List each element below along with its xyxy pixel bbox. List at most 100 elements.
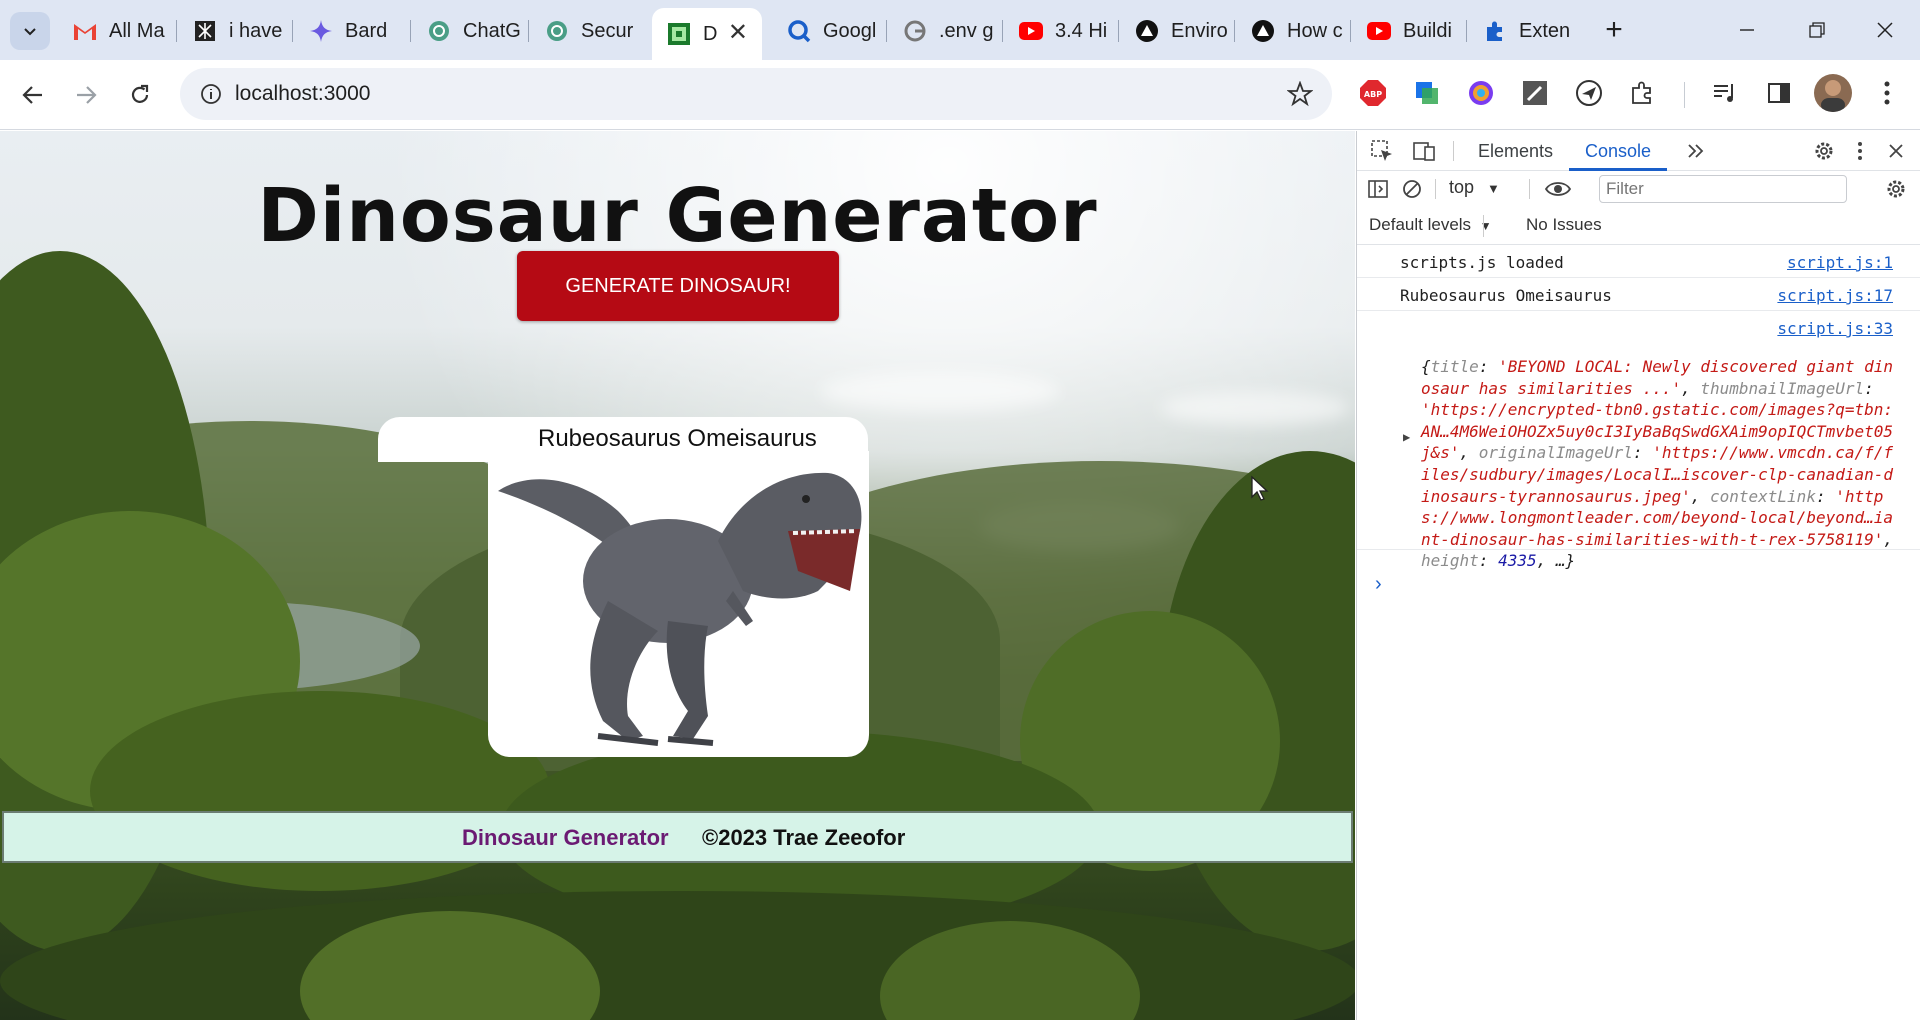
console-object-preview[interactable]: {title: 'BEYOND LOCAL: Newly discovered … (1421, 356, 1895, 572)
mouse-cursor-icon (1251, 475, 1269, 501)
object-key: thumbnailImageUrl (1700, 378, 1865, 398)
close-tab-icon[interactable]: ✕ (728, 18, 748, 47)
tab-chatgpt-2[interactable]: Secur (530, 10, 642, 52)
issues-count[interactable]: No Issues (1526, 215, 1602, 235)
more-tabs-icon[interactable] (1681, 136, 1711, 166)
tab-env-google[interactable]: .env g (888, 10, 1000, 52)
youtube-icon (1366, 18, 1392, 44)
tab-gmail[interactable]: All Ma (58, 10, 174, 52)
site-info-icon[interactable] (198, 81, 224, 107)
tab-divider (1234, 20, 1235, 42)
tab-elements[interactable]: Elements (1478, 141, 1553, 162)
tab-search-button[interactable] (10, 12, 50, 50)
expand-object-caret-icon[interactable]: ▶ (1403, 430, 1410, 444)
bard-sparkle-icon (308, 18, 334, 44)
tab-vercel-2[interactable]: How c (1236, 10, 1348, 52)
adblock-plus-icon[interactable]: ABP (1356, 76, 1390, 110)
console-entry-object[interactable]: script.js:33 ▶ {title: 'BEYOND LOCAL: Ne… (1357, 311, 1920, 570)
live-expression-eye-icon[interactable] (1543, 174, 1573, 204)
devtools-divider (1453, 141, 1454, 161)
tab-console[interactable]: Console (1585, 141, 1651, 162)
restore-button[interactable] (1792, 12, 1842, 48)
eyedropper-extension-icon[interactable] (1518, 76, 1552, 110)
tab-bard[interactable]: Bard (294, 10, 406, 52)
object-key: originalImageUrl (1478, 443, 1633, 463)
object-key: contextLink (1709, 486, 1816, 506)
object-value: 4335 (1498, 551, 1537, 571)
page-viewport: Dinosaur Generator GENERATE DINOSAUR! Ru… (0, 131, 1355, 1020)
devtools-menu-icon[interactable] (1845, 136, 1875, 166)
tab-label: D (703, 22, 718, 45)
tab-label: Exten (1519, 19, 1571, 42)
sidebar-toggle-icon[interactable] (1363, 174, 1393, 204)
tab-label: i have (229, 19, 283, 42)
console-entry: scripts.js loaded script.js:1 (1357, 245, 1920, 278)
console-toolbar: top ▼ (1357, 171, 1920, 207)
color-picker-extension-icon[interactable] (1464, 76, 1498, 110)
tab-google-lens[interactable]: Googl (772, 10, 884, 52)
tab-divider (528, 20, 529, 42)
tab-divider (1466, 20, 1467, 42)
perplexity-icon (192, 18, 218, 44)
bookmark-star-icon[interactable] (1286, 80, 1314, 108)
tab-extensions[interactable]: Exten (1468, 10, 1580, 52)
devtools-settings-icon[interactable] (1809, 136, 1839, 166)
minimize-button[interactable] (1722, 12, 1772, 48)
send-extension-icon[interactable] (1572, 76, 1606, 110)
tab-chatgpt-1[interactable]: ChatG (412, 10, 524, 52)
tab-label: Buildi (1403, 19, 1452, 42)
context-select[interactable]: top ▼ (1449, 177, 1500, 198)
generate-dinosaur-button[interactable]: GENERATE DINOSAUR! (517, 251, 839, 321)
chevron-down-icon (24, 28, 36, 36)
tab-youtube-2[interactable]: Buildi (1352, 10, 1464, 52)
console-source-link[interactable]: script.js:1 (1787, 253, 1893, 272)
close-devtools-icon[interactable] (1881, 136, 1911, 166)
console-source-link[interactable]: script.js:33 (1777, 319, 1893, 338)
chatgpt-icon (426, 18, 452, 44)
url-text[interactable]: localhost:3000 (235, 82, 370, 106)
plus-icon: + (1605, 13, 1623, 46)
console-prompt-icon[interactable]: › (1375, 573, 1382, 596)
extensions-puzzle-icon[interactable] (1626, 76, 1660, 110)
back-button[interactable] (14, 76, 52, 114)
tab-label: Bard (345, 19, 388, 42)
tab-divider (176, 20, 177, 42)
google-lens-icon (786, 18, 812, 44)
console-source-link[interactable]: script.js:17 (1777, 286, 1893, 305)
close-window-button[interactable] (1860, 12, 1910, 48)
translate-extension-icon[interactable] (1410, 76, 1444, 110)
clear-console-icon[interactable] (1397, 174, 1427, 204)
log-levels-label: Default levels (1369, 215, 1472, 234)
log-levels-dropdown[interactable]: Default levels ▼ (1369, 215, 1492, 235)
toolbar-divider (1684, 82, 1685, 108)
footer-brand-link[interactable]: Dinosaur Generator (462, 825, 669, 851)
tab-label: All Ma (109, 19, 165, 42)
forward-button[interactable] (67, 76, 105, 114)
tab-vercel-1[interactable]: Enviro (1120, 10, 1232, 52)
side-panel-icon[interactable] (1762, 76, 1796, 110)
console-settings-icon[interactable] (1881, 174, 1911, 204)
tab-dinosaur-active[interactable]: D ✕ (652, 8, 762, 60)
tab-divider (886, 20, 887, 42)
arrow-left-icon (22, 86, 42, 104)
site-footer: Dinosaur Generator ©2023 Trae Zeeofor (2, 811, 1353, 863)
console-entry: Rubeosaurus Omeisaurus script.js:17 (1357, 278, 1920, 311)
puzzle-icon (1482, 18, 1508, 44)
reload-button[interactable] (121, 76, 159, 114)
console-filter-input[interactable] (1599, 175, 1847, 203)
tab-youtube-1[interactable]: 3.4 Hi (1004, 10, 1116, 52)
trex-illustration (498, 472, 862, 746)
object-ellipsis: …} (1555, 551, 1576, 571)
media-controls-icon[interactable] (1708, 76, 1742, 110)
tab-divider (1118, 20, 1119, 42)
address-bar[interactable]: localhost:3000 (180, 68, 1332, 120)
google-icon (902, 18, 928, 44)
browser-menu-icon[interactable] (1870, 76, 1904, 110)
dinosaur-name: Rubeosaurus Omeisaurus (538, 425, 817, 452)
profile-avatar[interactable] (1814, 74, 1852, 112)
browser-toolbar: localhost:3000 ABP (0, 60, 1920, 130)
new-tab-button[interactable]: + (1596, 12, 1632, 48)
device-toolbar-icon[interactable] (1409, 136, 1439, 166)
tab-perplexity[interactable]: i have (178, 10, 290, 52)
inspect-element-icon[interactable] (1367, 136, 1397, 166)
